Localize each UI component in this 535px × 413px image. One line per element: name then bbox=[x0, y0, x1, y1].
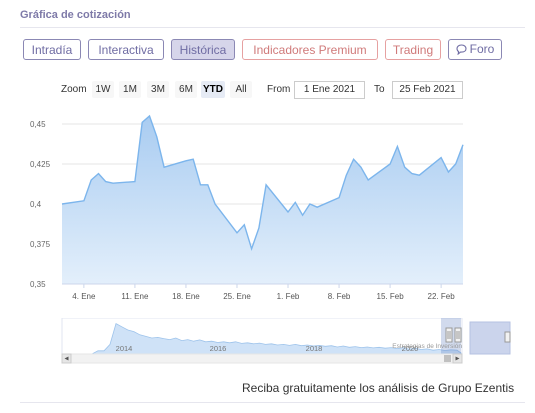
y-tick-label: 0,425 bbox=[30, 160, 51, 169]
y-tick-label: 0,45 bbox=[30, 120, 46, 129]
zoom-all-button[interactable]: All bbox=[230, 81, 252, 98]
tab-historica[interactable]: Histórica bbox=[171, 39, 235, 60]
zoom-ytd-button[interactable]: YTD bbox=[201, 81, 225, 98]
navigator-preview-box bbox=[469, 321, 511, 355]
tab-interactiva[interactable]: Interactiva bbox=[88, 39, 164, 60]
navigator-handle-left[interactable] bbox=[445, 327, 453, 343]
tab-indicadores-premium[interactable]: Indicadores Premium bbox=[242, 39, 378, 60]
to-label: To bbox=[374, 84, 385, 95]
navigator-year-label: 2016 bbox=[210, 344, 227, 353]
navigator[interactable]: 2014 2016 2018 2020 Estrategias de Inversió… bbox=[0, 318, 535, 366]
x-tick-label: 11. Ene bbox=[121, 292, 149, 301]
page-title: Gráfica de cotización bbox=[20, 9, 131, 21]
x-tick-label: 8. Feb bbox=[328, 292, 351, 301]
navigator-preview-handle[interactable] bbox=[504, 331, 511, 343]
tab-trading[interactable]: Trading bbox=[385, 39, 441, 60]
x-tick-label: 18. Ene bbox=[172, 292, 200, 301]
navigator-handle-right[interactable] bbox=[454, 327, 462, 343]
price-chart[interactable]: 4. Ene 11. Ene 18. Ene 25. Ene 1. Feb 8. Feb 1… bbox=[0, 100, 535, 312]
price-area bbox=[62, 116, 463, 284]
scrollbar-thumb[interactable] bbox=[444, 355, 451, 362]
x-tick-label: 25. Ene bbox=[223, 292, 251, 301]
navigator-year-label: 2018 bbox=[306, 344, 323, 353]
zoom-6m-button[interactable]: 6M bbox=[175, 81, 197, 98]
zoom-1m-button[interactable]: 1M bbox=[119, 81, 141, 98]
x-tick-label: 1. Feb bbox=[277, 292, 300, 301]
to-date-input[interactable]: 25 Feb 2021 bbox=[392, 81, 463, 99]
x-tick-label: 22. Feb bbox=[428, 292, 456, 301]
tab-foro[interactable]: Foro bbox=[448, 39, 502, 60]
from-label: From bbox=[267, 84, 291, 95]
title-divider bbox=[20, 27, 525, 28]
zoom-1w-button[interactable]: 1W bbox=[92, 81, 114, 98]
zoom-3m-button[interactable]: 3M bbox=[147, 81, 169, 98]
zoom-label: Zoom bbox=[61, 84, 87, 95]
tab-intradia[interactable]: Intradía bbox=[23, 39, 81, 60]
navigator-scrollbar[interactable] bbox=[61, 353, 463, 364]
promo-text: Reciba gratuitamente los análisis de Gru… bbox=[242, 381, 515, 395]
bottom-divider bbox=[20, 402, 525, 403]
navigator-year-label: 2014 bbox=[116, 344, 133, 353]
chart-credit: Estrategias de Inversión bbox=[392, 343, 462, 350]
y-tick-label: 0,375 bbox=[30, 240, 51, 249]
chat-bubble-icon bbox=[456, 42, 467, 60]
x-tick-label: 4. Ene bbox=[72, 292, 96, 301]
from-date-input[interactable]: 1 Ene 2021 bbox=[294, 81, 365, 99]
y-tick-label: 0,4 bbox=[30, 200, 42, 209]
zoom-toolbar: Zoom 1W 1M 3M 6M YTD All From 1 Ene 2021… bbox=[0, 81, 535, 99]
y-tick-label: 0,35 bbox=[30, 280, 46, 289]
x-tick-label: 15. Feb bbox=[377, 292, 405, 301]
tab-foro-label: Foro bbox=[469, 42, 495, 56]
